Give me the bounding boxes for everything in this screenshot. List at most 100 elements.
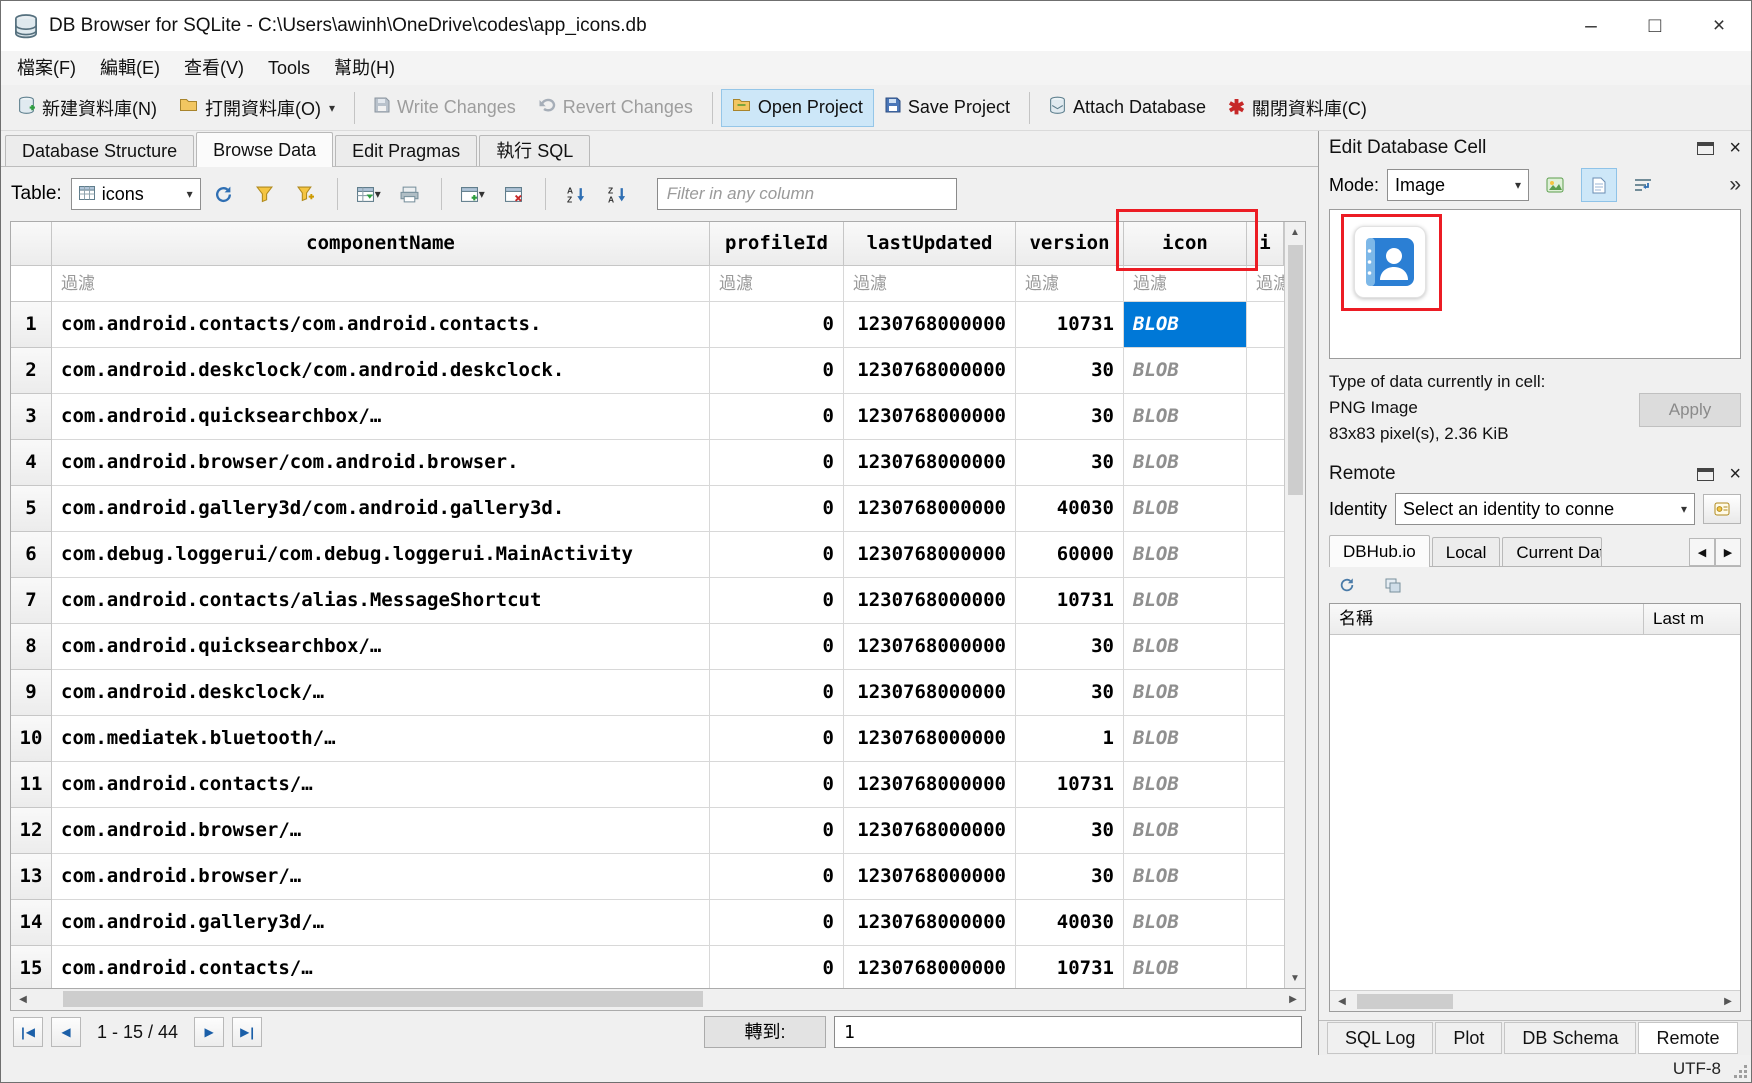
word-wrap-button[interactable] — [1625, 168, 1661, 202]
cell-lastUpdated[interactable]: 1230768000000 — [844, 624, 1016, 670]
cell-lastUpdated[interactable]: 1230768000000 — [844, 762, 1016, 808]
cell-profileId[interactable]: 0 — [710, 348, 844, 394]
cell-componentName[interactable]: com.android.contacts/com.android.contact… — [52, 302, 710, 348]
write-changes-button[interactable]: Write Changes — [363, 89, 527, 127]
cell-version[interactable]: 10731 — [1016, 946, 1124, 988]
scroll-down-icon[interactable]: ▼ — [1285, 968, 1305, 988]
cell-componentName[interactable]: com.android.contacts/alias.MessageShortc… — [52, 578, 710, 624]
cell-profileId[interactable]: 0 — [710, 716, 844, 762]
column-header-icon[interactable]: icon — [1124, 222, 1247, 266]
encoding-indicator[interactable]: UTF-8 — [1673, 1059, 1721, 1079]
cell-componentName[interactable]: com.mediatek.bluetooth/… — [52, 716, 710, 762]
cell-profileId[interactable]: 0 — [710, 624, 844, 670]
tab-current-database[interactable]: Current Dat — [1502, 537, 1602, 566]
remote-clone-button[interactable] — [1375, 568, 1411, 602]
import-data-button[interactable] — [1537, 168, 1573, 202]
cell-icon[interactable]: BLOB — [1124, 946, 1247, 988]
cell-version[interactable]: 10731 — [1016, 302, 1124, 348]
cell-componentName[interactable]: com.android.deskclock/… — [52, 670, 710, 716]
cell-componentName[interactable]: com.android.contacts/… — [52, 762, 710, 808]
cell-profileId[interactable]: 0 — [710, 440, 844, 486]
cell-extra[interactable] — [1247, 394, 1284, 440]
apply-button[interactable]: Apply — [1639, 393, 1741, 427]
cell-extra[interactable] — [1247, 486, 1284, 532]
close-icon[interactable]: × — [1687, 1, 1751, 51]
cell-lastUpdated[interactable]: 1230768000000 — [844, 440, 1016, 486]
cell-extra[interactable] — [1247, 302, 1284, 348]
cell-lastUpdated[interactable]: 1230768000000 — [844, 900, 1016, 946]
row-number[interactable]: 11 — [11, 762, 52, 808]
cell-extra[interactable] — [1247, 440, 1284, 486]
scroll-left-icon[interactable]: ◀ — [11, 994, 35, 1005]
overflow-chevron-icon[interactable]: » — [1729, 173, 1741, 197]
cell-lastUpdated[interactable]: 1230768000000 — [844, 348, 1016, 394]
attach-database-button[interactable]: Attach Database — [1038, 89, 1217, 127]
goto-record-input[interactable] — [834, 1016, 1302, 1048]
remote-refresh-button[interactable] — [1329, 568, 1365, 602]
row-number[interactable]: 9 — [11, 670, 52, 716]
row-number[interactable]: 8 — [11, 624, 52, 670]
cell-profileId[interactable]: 0 — [710, 808, 844, 854]
scroll-right-icon[interactable]: ▶ — [1716, 996, 1740, 1007]
tab-database-structure[interactable]: Database Structure — [5, 135, 194, 166]
tab-sql-log[interactable]: SQL Log — [1327, 1022, 1433, 1054]
minimize-icon[interactable]: – — [1559, 1, 1623, 51]
filter-input-profileId[interactable]: 過濾 — [710, 266, 844, 302]
cell-lastUpdated[interactable]: 1230768000000 — [844, 394, 1016, 440]
cell-lastUpdated[interactable]: 1230768000000 — [844, 532, 1016, 578]
cell-version[interactable]: 30 — [1016, 440, 1124, 486]
filter-input-version[interactable]: 過濾 — [1016, 266, 1124, 302]
cell-profileId[interactable]: 0 — [710, 302, 844, 348]
previous-page-button[interactable]: ◀ — [51, 1017, 81, 1047]
cell-extra[interactable] — [1247, 670, 1284, 716]
cell-lastUpdated[interactable]: 1230768000000 — [844, 946, 1016, 988]
tab-browse-data[interactable]: Browse Data — [196, 132, 333, 167]
vertical-scrollbar-thumb[interactable] — [1288, 245, 1303, 495]
cell-icon[interactable]: BLOB — [1124, 394, 1247, 440]
remote-column-name[interactable]: 名稱 — [1330, 604, 1644, 635]
column-header-extra[interactable]: i — [1247, 222, 1284, 266]
cell-componentName[interactable]: com.android.deskclock/com.android.deskcl… — [52, 348, 710, 394]
cell-version[interactable]: 40030 — [1016, 486, 1124, 532]
row-number[interactable]: 14 — [11, 900, 52, 946]
cell-profileId[interactable]: 0 — [710, 762, 844, 808]
remote-scrollbar-thumb[interactable] — [1357, 994, 1453, 1009]
open-project-button[interactable]: Open Project — [721, 89, 874, 127]
open-database-dropdown-icon[interactable]: ▾ — [329, 101, 335, 115]
cell-componentName[interactable]: com.android.gallery3d/… — [52, 900, 710, 946]
row-number[interactable]: 7 — [11, 578, 52, 624]
remote-column-last-modified[interactable]: Last m — [1644, 604, 1740, 635]
cell-version[interactable]: 30 — [1016, 670, 1124, 716]
row-number[interactable]: 3 — [11, 394, 52, 440]
horizontal-scrollbar-thumb[interactable] — [63, 991, 703, 1007]
cell-lastUpdated[interactable]: 1230768000000 — [844, 808, 1016, 854]
tab-remote[interactable]: Remote — [1638, 1022, 1737, 1054]
row-number-header[interactable] — [11, 222, 52, 266]
filter-input-lastUpdated[interactable]: 過濾 — [844, 266, 1016, 302]
insert-record-dropdown-icon[interactable]: ▾ — [479, 187, 485, 201]
tab-scroll-left-icon[interactable]: ◀ — [1689, 538, 1715, 566]
sort-descending-button[interactable]: ZA — [600, 177, 636, 211]
cell-version[interactable]: 10731 — [1016, 762, 1124, 808]
cell-lastUpdated[interactable]: 1230768000000 — [844, 486, 1016, 532]
scroll-left-icon[interactable]: ◀ — [1330, 996, 1354, 1007]
tab-dbhub[interactable]: DBHub.io — [1329, 535, 1430, 567]
cell-icon[interactable]: BLOB — [1124, 900, 1247, 946]
delete-record-button[interactable] — [496, 177, 532, 211]
cell-version[interactable]: 30 — [1016, 854, 1124, 900]
tab-scroll-right-icon[interactable]: ▶ — [1715, 538, 1741, 566]
cell-extra[interactable] — [1247, 808, 1284, 854]
menu-view[interactable]: 查看(V) — [172, 51, 256, 85]
horizontal-scrollbar[interactable]: ◀ ▶ — [10, 989, 1306, 1011]
cell-extra[interactable] — [1247, 532, 1284, 578]
refresh-button[interactable] — [206, 177, 242, 211]
tab-local[interactable]: Local — [1432, 537, 1501, 566]
open-database-button[interactable]: 打開資料庫(O) ▾ — [168, 89, 346, 127]
column-header-lastUpdated[interactable]: lastUpdated — [844, 222, 1016, 266]
new-database-button[interactable]: 新建資料庫(N) — [7, 89, 168, 127]
last-page-button[interactable]: ▶| — [232, 1017, 262, 1047]
tab-db-schema[interactable]: DB Schema — [1504, 1022, 1636, 1054]
row-number[interactable]: 1 — [11, 302, 52, 348]
cell-extra[interactable] — [1247, 624, 1284, 670]
remote-horizontal-scrollbar[interactable]: ◀ ▶ — [1330, 990, 1740, 1011]
